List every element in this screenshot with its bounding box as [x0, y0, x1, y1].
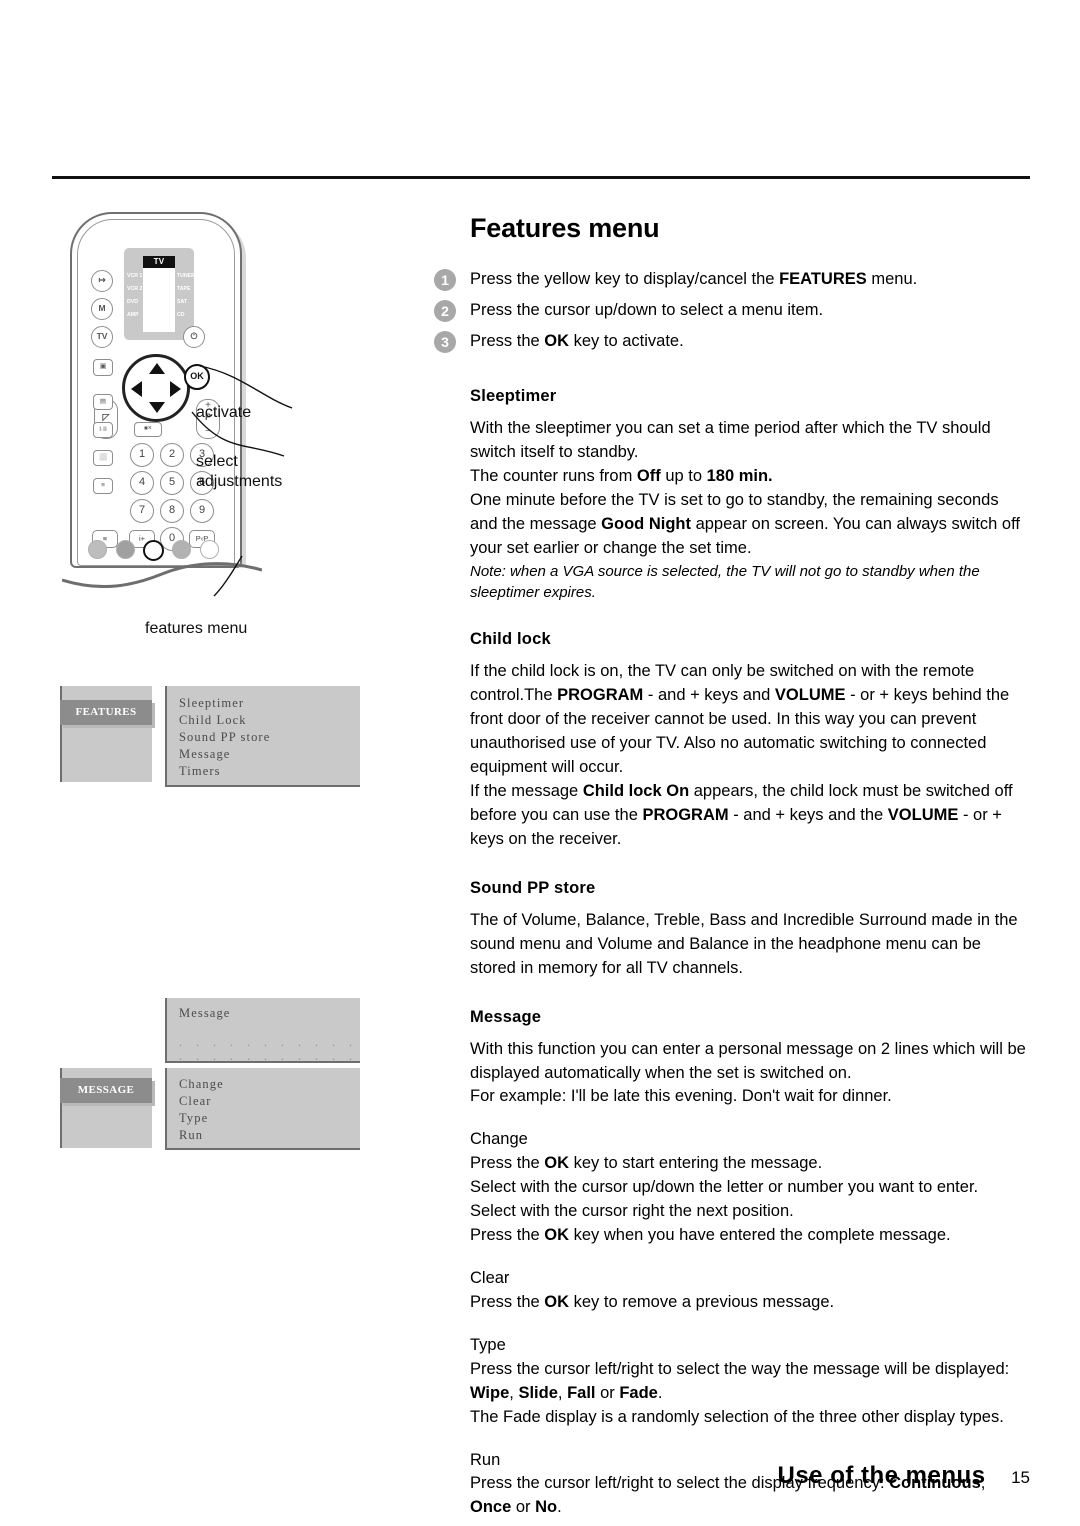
smart-picture-button[interactable]: ▤ [93, 394, 113, 410]
lcd-label-tape: TAPE [177, 286, 191, 292]
callout-select-adjustments: select adjustments [196, 452, 282, 493]
osd-features-tab: FEATURES [60, 700, 152, 725]
footer-title: Use of the menus [777, 1462, 986, 1489]
step-number-badge: 2 [434, 300, 456, 323]
subsection-heading-type: Type [470, 1335, 506, 1354]
section-body-sound-pp-store: The of Volume, Balance, Treble, Bass and… [470, 910, 1018, 977]
step-text: Press the cursor up/down to select a men… [470, 301, 824, 320]
pip-button[interactable]: ▣ [93, 359, 113, 376]
osd-item-sleeptimer: Sleeptimer [179, 696, 245, 710]
callout-select-line2: adjustments [196, 473, 283, 491]
step-item: 3 Press the OK key to activate. [434, 330, 1030, 354]
osd-item-change: Change [179, 1077, 224, 1091]
digit-7-button[interactable]: 7 [130, 499, 154, 523]
lcd-right-labels: TUNER TAPE SAT CD [177, 270, 195, 322]
osd-item-clear: Clear [179, 1094, 212, 1108]
step-item: 1 Press the yellow key to display/cancel… [434, 268, 1030, 292]
section-heading-sound-pp-store: Sound PP store [470, 878, 596, 897]
section-body-sleeptimer: With the sleeptimer you can set a time p… [470, 419, 1020, 557]
main-content: Features menu 1 Press the yellow key to … [434, 213, 1030, 1520]
section-note-sleeptimer: Note: when a VGA source is selected, the… [470, 562, 980, 602]
dual-sound-button[interactable]: I·II [93, 422, 113, 438]
source-button[interactable]: ↦ [91, 270, 113, 292]
subsection-body-type: Press the cursor left/right to select th… [470, 1359, 1010, 1426]
section-heading-sleeptimer: Sleeptimer [470, 387, 557, 406]
section-body-child-lock: If the child lock is on, the TV can only… [470, 662, 1013, 848]
osd-item-child-lock: Child Lock [179, 713, 247, 727]
footer-page-number: 15 [1011, 1468, 1030, 1487]
osd-item-message: Message [179, 747, 231, 761]
lcd-label-vcr2: VCR 2 [127, 286, 143, 292]
callout-features-menu: features menu [145, 620, 248, 637]
lcd-label-sat: SAT [177, 299, 187, 305]
section-heading-child-lock: Child lock [470, 630, 551, 649]
lcd-selected-source: TV [143, 256, 175, 268]
menu-m-button[interactable]: M [91, 298, 113, 320]
subsection-body-change: Press the OK key to start entering the m… [470, 1154, 979, 1245]
lcd-label-tuner: TUNER [177, 273, 195, 279]
subsection-heading-clear: Clear [470, 1268, 510, 1287]
teletext-button[interactable]: ≡ [93, 478, 113, 494]
cursor-up-icon[interactable] [149, 363, 165, 374]
document-page: TV VCR 1 VCR 2 DVD AMP TUNER TAPE SAT CD… [0, 0, 1080, 1526]
subsection-heading-change: Change [470, 1130, 528, 1149]
osd-message-items-panel: Change Clear Type Run [165, 1068, 360, 1150]
page-footer: Use of the menus 15 [0, 1462, 1031, 1490]
step-item: 2 Press the cursor up/down to select a m… [434, 299, 1030, 323]
remote-lcd-display: TV VCR 1 VCR 2 DVD AMP TUNER TAPE SAT CD [124, 248, 195, 340]
green-key[interactable] [116, 540, 135, 559]
osd-message-title: Message [179, 1006, 231, 1020]
osd-message-tab: MESSAGE [60, 1078, 152, 1103]
digit-1-button[interactable]: 1 [130, 443, 154, 467]
step-number-badge: 1 [434, 269, 456, 292]
lcd-label-cd: CD [177, 312, 185, 318]
osd-features-menu: FEATURES Sleeptimer Child Lock Sound PP … [60, 686, 360, 796]
osd-item-timers: Timers [179, 764, 221, 778]
osd-item-type: Type [179, 1111, 209, 1125]
surround-button[interactable]: ⬜ [93, 450, 113, 466]
osd-message-preview-panel: Message . . . . . . . . . . . . . . . . … [165, 998, 360, 1063]
lcd-label-vcr1: VCR 1 [127, 273, 143, 279]
cursor-down-icon[interactable] [149, 402, 165, 413]
step-number-badge: 3 [434, 331, 456, 354]
lcd-label-dvd: DVD [127, 299, 138, 305]
digit-4-button[interactable]: 4 [130, 471, 154, 495]
page-title: Features menu [470, 213, 660, 243]
step-text: Press the OK key to activate. [470, 332, 684, 351]
cursor-left-icon[interactable] [131, 381, 142, 397]
lcd-label-amp: AMP [127, 312, 139, 318]
osd-message-menu: Message . . . . . . . . . . . . . . . . … [60, 998, 360, 1150]
subsection-body-clear: Press the OK key to remove a previous me… [470, 1292, 835, 1311]
section-heading-message: Message [470, 1007, 542, 1026]
lcd-left-labels: VCR 1 VCR 2 DVD AMP [127, 270, 142, 322]
section-body-message: With this function you can enter a perso… [470, 1039, 1026, 1106]
steps-list: 1 Press the yellow key to display/cancel… [434, 268, 1030, 354]
tv-button[interactable]: TV [91, 326, 113, 348]
osd-item-run: Run [179, 1128, 204, 1142]
step-text: Press the yellow key to display/cancel t… [470, 270, 918, 289]
mute-button[interactable]: ⏹× [134, 422, 162, 437]
osd-message-dots-line2: . . . . . . . . . . . . . . . . . . . . … [179, 1049, 360, 1063]
callout-activate: activate [196, 404, 252, 421]
red-key[interactable] [88, 540, 107, 559]
osd-item-sound-pp-store: Sound PP store [179, 730, 271, 744]
callout-select-line1: select [196, 453, 238, 470]
osd-message-dots-line1: . . . . . . . . . . . . . . . . . . . . … [179, 1035, 360, 1049]
osd-features-items-panel: Sleeptimer Child Lock Sound PP store Mes… [165, 686, 360, 787]
header-rule [52, 176, 1030, 179]
